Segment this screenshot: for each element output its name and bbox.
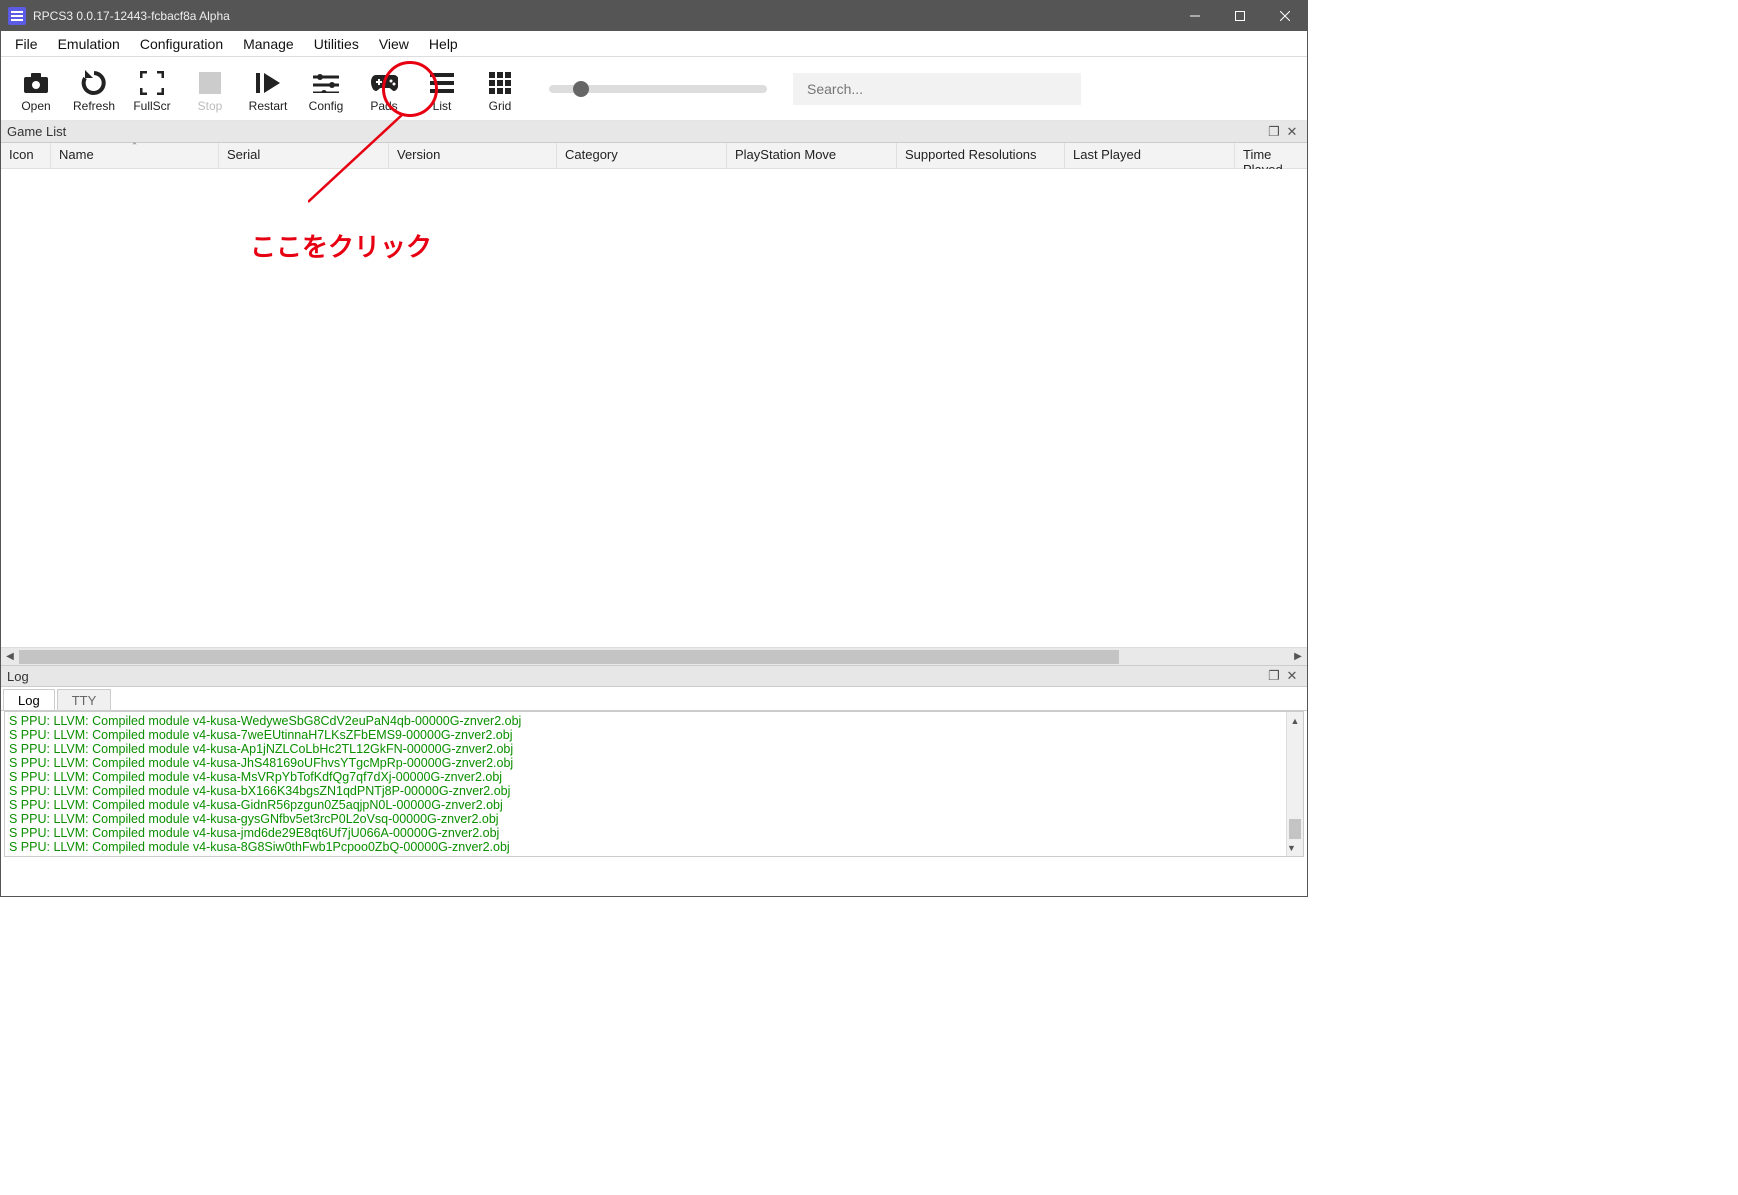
sort-asc-icon: ⌃ (131, 141, 139, 152)
refresh-icon (80, 69, 108, 97)
list-icon (428, 69, 456, 97)
stop-label: Stop (198, 99, 223, 113)
refresh-label: Refresh (73, 99, 115, 113)
col-resolutions[interactable]: Supported Resolutions (897, 143, 1065, 168)
hscroll-track[interactable] (19, 650, 1289, 664)
log-line: S PPU: LLVM: Compiled module v4-kusa-Ap1… (9, 742, 1299, 756)
col-name[interactable]: ⌃Name (51, 143, 219, 168)
log-dock-close-button[interactable]: ✕ (1283, 668, 1301, 684)
log-line: S PPU: LLVM: Compiled module v4-kusa-bX1… (9, 784, 1299, 798)
col-category[interactable]: Category (557, 143, 727, 168)
scroll-up-icon[interactable]: ▲ (1287, 712, 1303, 729)
restart-icon (254, 69, 282, 97)
gamelist-dock-header: Game List ❐ ✕ (1, 121, 1307, 143)
log-line: S PPU: LLVM: Compiled module v4-kusa-Gid… (9, 798, 1299, 812)
dock-float-button[interactable]: ❐ (1265, 124, 1283, 140)
sliders-icon (312, 69, 340, 97)
minimize-button[interactable] (1172, 1, 1217, 31)
pads-label: Pads (370, 99, 397, 113)
log-lines: S PPU: LLVM: Compiled module v4-kusa-Wed… (5, 712, 1303, 856)
menu-emulation[interactable]: Emulation (48, 34, 130, 54)
log-line: S PPU: LLVM: Compiled module v4-kusa-gys… (9, 812, 1299, 826)
grid-button[interactable]: Grid (471, 65, 529, 113)
scroll-left-icon[interactable]: ◀ (1, 651, 19, 662)
restart-label: Restart (249, 99, 288, 113)
fullscreen-label: FullScr (133, 99, 170, 113)
menu-configuration[interactable]: Configuration (130, 34, 233, 54)
menu-help[interactable]: Help (419, 34, 468, 54)
tab-tty[interactable]: TTY (57, 689, 112, 710)
gamelist-hscrollbar[interactable]: ◀ ▶ (1, 647, 1307, 665)
menu-file[interactable]: File (5, 34, 48, 54)
stop-button[interactable]: Stop (181, 65, 239, 113)
list-button[interactable]: List (413, 65, 471, 113)
grid-label: Grid (489, 99, 512, 113)
search-input[interactable] (793, 73, 1081, 105)
log-line: S PPU: LLVM: Compiled module v4-kusa-Wed… (9, 714, 1299, 728)
scroll-down-icon[interactable]: ▼ (1287, 839, 1296, 856)
stop-icon (196, 69, 224, 97)
log-dock-float-button[interactable]: ❐ (1265, 668, 1283, 684)
log-line: S PPU: LLVM: Compiled module v4-kusa-8G8… (9, 840, 1299, 854)
fullscreen-icon (138, 69, 166, 97)
gamelist-content (1, 169, 1307, 647)
maximize-button[interactable] (1217, 1, 1262, 31)
gamepad-icon (370, 69, 398, 97)
log-body: S PPU: LLVM: Compiled module v4-kusa-Wed… (4, 711, 1304, 857)
icon-size-slider[interactable] (549, 85, 767, 93)
window-title: RPCS3 0.0.17-12443-fcbacf8a Alpha (33, 9, 230, 23)
col-serial[interactable]: Serial (219, 143, 389, 168)
restart-button[interactable]: Restart (239, 65, 297, 113)
grid-icon (486, 69, 514, 97)
close-button[interactable] (1262, 1, 1307, 31)
config-label: Config (309, 99, 344, 113)
gamelist-table-header: Icon ⌃Name Serial Version Category PlayS… (1, 143, 1307, 169)
open-label: Open (21, 99, 50, 113)
col-icon[interactable]: Icon (1, 143, 51, 168)
log-title: Log (7, 669, 29, 684)
log-line: S PPU: LLVM: Compiled module v4-kusa-7we… (9, 728, 1299, 742)
log-line: S PPU: LLVM: Compiled module v4-kusa-MsV… (9, 770, 1299, 784)
app-icon (8, 7, 26, 25)
refresh-button[interactable]: Refresh (65, 65, 123, 113)
log-line: S PPU: LLVM: Compiled module v4-kusa-JhS… (9, 756, 1299, 770)
pads-button[interactable]: Pads (355, 65, 413, 113)
log-tabs: Log TTY (1, 687, 1307, 711)
col-psmove[interactable]: PlayStation Move (727, 143, 897, 168)
config-button[interactable]: Config (297, 65, 355, 113)
list-label: List (433, 99, 452, 113)
titlebar: RPCS3 0.0.17-12443-fcbacf8a Alpha (1, 1, 1307, 31)
menu-view[interactable]: View (369, 34, 419, 54)
col-version[interactable]: Version (389, 143, 557, 168)
toolbar: Open Refresh FullScr Stop Restart Config… (1, 57, 1307, 121)
menu-manage[interactable]: Manage (233, 34, 304, 54)
fullscreen-button[interactable]: FullScr (123, 65, 181, 113)
menu-utilities[interactable]: Utilities (304, 34, 369, 54)
camera-icon (22, 69, 50, 97)
open-button[interactable]: Open (7, 65, 65, 113)
gamelist-title: Game List (7, 124, 66, 139)
log-vscrollbar[interactable]: ▲ ▼ (1286, 712, 1303, 856)
col-lastplayed[interactable]: Last Played (1065, 143, 1235, 168)
log-dock-header: Log ❐ ✕ (1, 665, 1307, 687)
tab-log[interactable]: Log (3, 689, 55, 710)
col-timeplayed[interactable]: Time Played (1235, 143, 1307, 168)
menubar: File Emulation Configuration Manage Util… (1, 31, 1307, 57)
vscroll-thumb[interactable] (1289, 819, 1301, 839)
dock-close-button[interactable]: ✕ (1283, 124, 1301, 140)
scroll-right-icon[interactable]: ▶ (1289, 651, 1307, 662)
log-line: S PPU: LLVM: Compiled module v4-kusa-jmd… (9, 826, 1299, 840)
slider-knob[interactable] (573, 81, 589, 97)
hscroll-thumb[interactable] (19, 650, 1119, 664)
